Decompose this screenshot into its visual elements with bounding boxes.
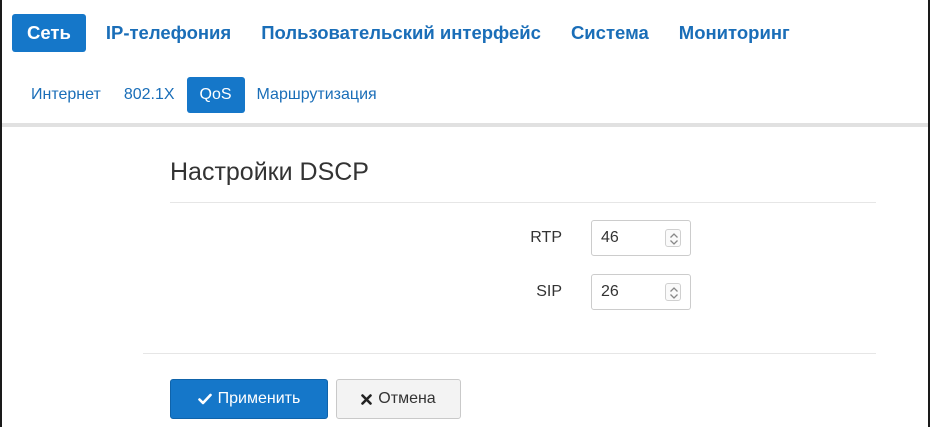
apply-button-label: Применить: [217, 390, 301, 407]
top-nav-monitoring[interactable]: Мониторинг: [667, 14, 802, 52]
section-divider: [170, 202, 876, 203]
sip-spinner-arrows-icon[interactable]: [665, 283, 681, 301]
cancel-button[interactable]: Отмена: [336, 379, 461, 419]
cancel-button-label: Отмена: [378, 390, 436, 407]
sub-navigation: Интернет 802.1X QoS Маршрутизация: [20, 77, 389, 113]
sub-nav-internet[interactable]: Интернет: [20, 77, 112, 113]
apply-button[interactable]: Применить: [170, 379, 328, 419]
sip-spinbox[interactable]: [591, 274, 691, 310]
top-nav-ip-telephony[interactable]: IP-телефония: [94, 14, 243, 52]
top-nav-network[interactable]: Сеть: [12, 14, 86, 52]
rtp-spinner-arrows-icon[interactable]: [665, 229, 681, 247]
nav-divider: [2, 123, 928, 127]
sip-input[interactable]: [592, 275, 656, 309]
rtp-spinbox[interactable]: [591, 220, 691, 256]
rtp-input[interactable]: [592, 221, 656, 255]
window-frame: [0, 0, 930, 427]
sub-nav-routing[interactable]: Маршрутизация: [246, 77, 388, 113]
rtp-label: RTP: [530, 229, 562, 246]
sub-nav-qos[interactable]: QoS: [186, 77, 245, 113]
top-navigation: Сеть IP-телефония Пользовательский интер…: [12, 14, 808, 52]
form-actions-divider: [143, 353, 876, 354]
check-icon: [197, 393, 212, 405]
sip-row: SIP: [430, 274, 730, 310]
section-title: Настройки DSCP: [170, 158, 369, 186]
rtp-row: RTP: [430, 220, 730, 256]
sip-label: SIP: [536, 283, 562, 300]
close-icon: [361, 393, 373, 405]
sub-nav-8021x[interactable]: 802.1X: [113, 77, 186, 113]
top-nav-system[interactable]: Система: [559, 14, 661, 52]
top-nav-user-interface[interactable]: Пользовательский интерфейс: [249, 14, 553, 52]
